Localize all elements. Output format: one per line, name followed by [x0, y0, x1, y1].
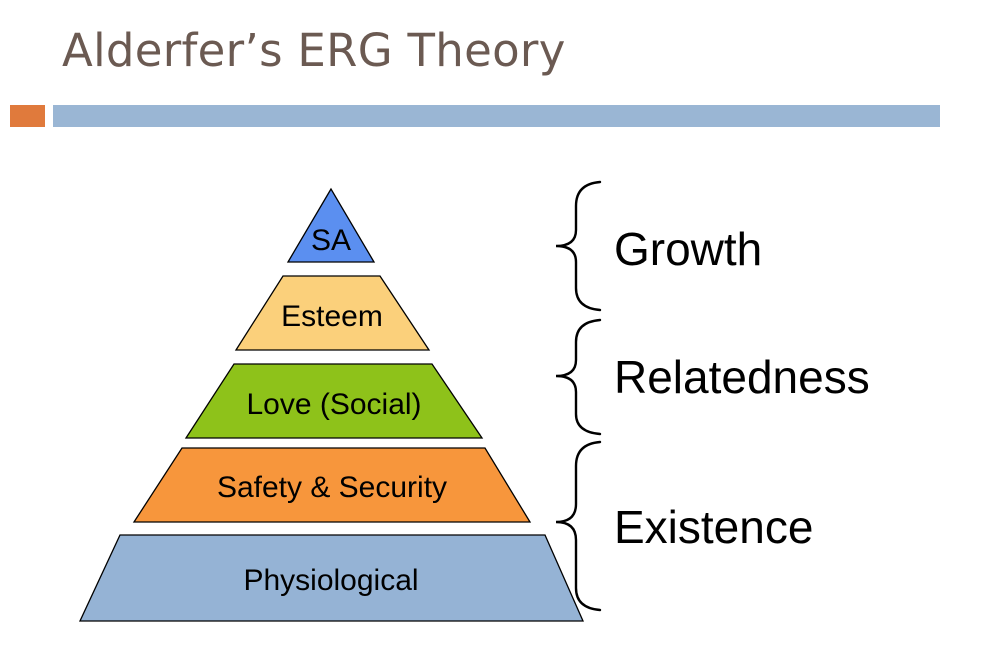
pyramid-level-safety: Safety & Security: [132, 447, 532, 523]
pyramid-level-love: Love (Social): [184, 363, 484, 439]
group-label-growth: Growth: [614, 223, 762, 275]
pyramid-level-sa: SA: [286, 187, 376, 263]
growth-brace: [555, 180, 602, 312]
need-pyramid: SA Esteem Love (Social) Safety & Securit…: [78, 187, 584, 622]
relatedness-brace: [555, 318, 602, 436]
pyramid-level-physiological: Physiological: [78, 534, 584, 622]
group-label-relatedness: Relatedness: [614, 351, 870, 403]
group-label-existence: Existence: [614, 501, 813, 553]
pyramid-label-safety: Safety & Security: [217, 471, 447, 504]
pyramid-level-esteem: Esteem: [234, 275, 431, 351]
erg-diagram: SA Esteem Love (Social) Safety & Securit…: [78, 180, 870, 622]
pyramid-label-sa: SA: [311, 224, 351, 257]
pyramid-label-love: Love (Social): [246, 388, 421, 421]
group-brackets: [555, 180, 602, 612]
pyramid-label-esteem: Esteem: [281, 300, 383, 333]
pyramid-label-physiological: Physiological: [243, 564, 418, 597]
